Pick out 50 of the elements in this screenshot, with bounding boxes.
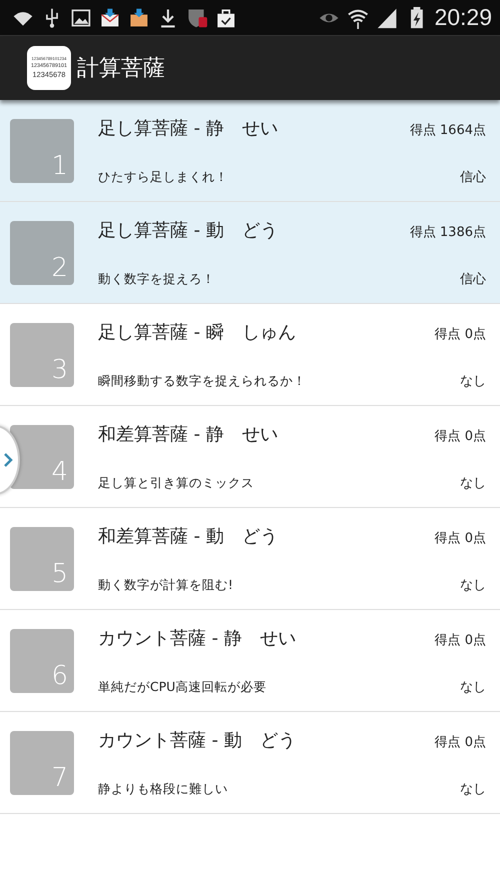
rank-label: なし xyxy=(459,474,486,492)
rank-label: なし xyxy=(459,678,486,696)
score-label: 得点 1664点 xyxy=(410,122,486,138)
app-title: 計算菩薩 xyxy=(77,55,165,83)
clock-time: 20:29 xyxy=(434,4,492,31)
game-list-item[interactable]: 7 カウント菩薩 - 動 どう 得点 0点 静よりも格段に難しい なし xyxy=(0,712,500,814)
game-list-item[interactable]: 5 和差算菩薩 - 動 どう 得点 0点 動く数字が計算を阻む! なし xyxy=(0,508,500,610)
game-title: カウント菩薩 - 動 どう xyxy=(98,728,297,752)
mail-icon xyxy=(99,6,121,28)
score-label: 得点 0点 xyxy=(434,428,486,444)
score-label: 得点 0点 xyxy=(434,632,486,648)
game-description: 動く数字が計算を阻む! xyxy=(98,576,234,594)
game-description: 足し算と引き算のミックス xyxy=(98,474,255,492)
score-label: 得点 0点 xyxy=(434,734,486,750)
game-description: 静よりも格段に難しい xyxy=(98,780,229,798)
game-description: 瞬間移動する数字を捉えられるか！ xyxy=(98,372,307,390)
game-list-item[interactable]: 6 カウント菩薩 - 静 せい 得点 0点 単純だがCPU高速回転が必要 なし xyxy=(0,610,500,712)
rank-label: 信心 xyxy=(459,270,486,288)
game-title: 足し算菩薩 - 瞬 しゅん xyxy=(98,320,297,344)
rank-label: なし xyxy=(459,780,486,798)
game-thumbnail: 7 xyxy=(10,730,74,794)
game-description: 単純だがCPU高速回転が必要 xyxy=(98,678,268,696)
image-icon xyxy=(70,6,92,28)
game-title: 和差算菩薩 - 静 せい xyxy=(98,422,279,446)
game-title: 足し算菩薩 - 動 どう xyxy=(98,218,279,242)
game-title: 足し算菩薩 - 静 せい xyxy=(98,116,279,140)
game-list-item[interactable]: 2 足し算菩薩 - 動 どう 得点 1386点 動く数字を捉えろ！ 信心 xyxy=(0,202,500,304)
game-description: 動く数字を捉えろ！ xyxy=(98,270,216,288)
game-description: ひたすら足しまくれ！ xyxy=(98,168,229,186)
signal-icon xyxy=(376,6,398,28)
chevron-right-icon xyxy=(3,452,13,468)
game-thumbnail: 6 xyxy=(10,628,74,692)
bag-icon xyxy=(215,6,237,28)
score-label: 得点 1386点 xyxy=(410,224,486,240)
rank-label: 信心 xyxy=(459,168,486,186)
shield-icon xyxy=(186,6,208,28)
game-thumbnail: 1 xyxy=(10,118,74,182)
game-thumbnail: 3 xyxy=(10,322,74,386)
rank-label: なし xyxy=(459,372,486,390)
rank-label: なし xyxy=(459,576,486,594)
game-list-item[interactable]: 1 足し算菩薩 - 静 せい 得点 1664点 ひたすら足しまくれ！ 信心 xyxy=(0,100,500,202)
game-thumbnail: 5 xyxy=(10,526,74,590)
game-title: カウント菩薩 - 静 せい xyxy=(98,626,297,650)
game-title: 和差算菩薩 - 動 どう xyxy=(98,524,279,548)
score-label: 得点 0点 xyxy=(434,326,486,342)
wifi-icon xyxy=(347,6,370,28)
game-list-item[interactable]: 3 足し算菩薩 - 瞬 しゅん 得点 0点 瞬間移動する数字を捉えられるか！ なし xyxy=(0,304,500,406)
score-label: 得点 0点 xyxy=(434,530,486,546)
package-icon xyxy=(128,6,150,28)
game-thumbnail: 2 xyxy=(10,220,74,284)
